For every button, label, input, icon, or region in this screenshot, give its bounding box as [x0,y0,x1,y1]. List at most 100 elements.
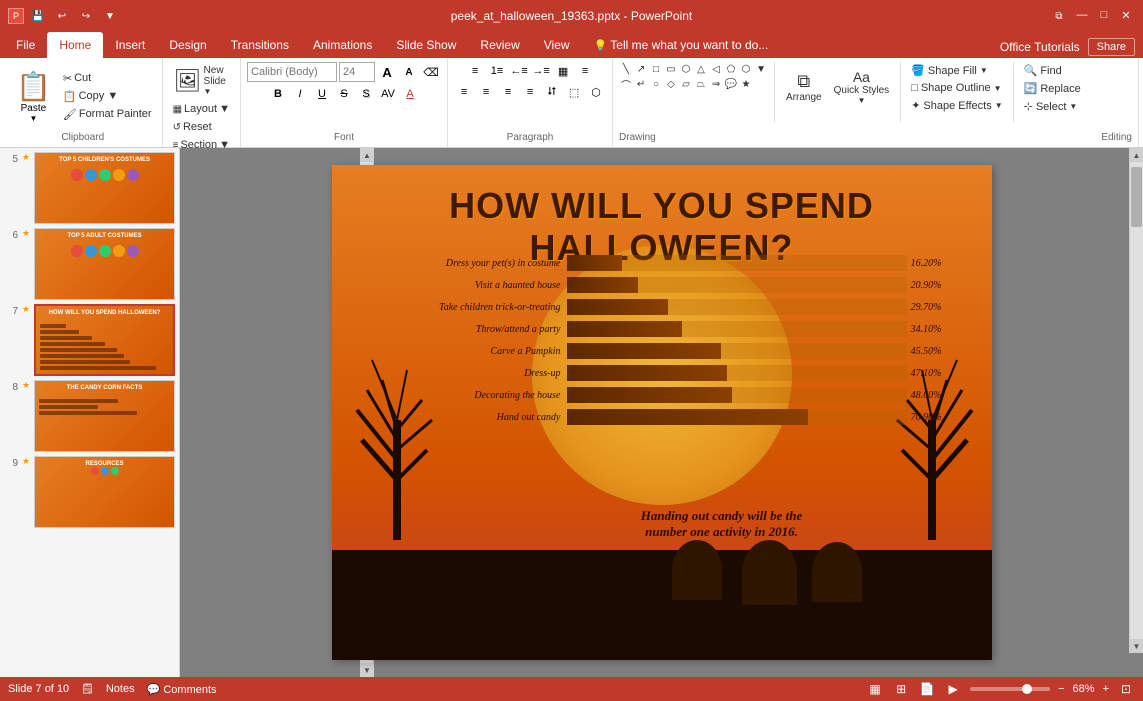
new-slide-button[interactable]: 🖼 NewSlide▼ [169,62,231,99]
increase-font-button[interactable]: A [377,63,397,81]
shape-curve[interactable]: ⌒ [619,77,633,91]
clear-format-button[interactable]: ⌫ [421,63,441,81]
close-button[interactable]: ✕ [1117,6,1135,24]
slide-canvas[interactable]: HOW WILL YOU SPEND HALLOWEEN? Dress your… [332,165,992,660]
italic-button[interactable]: I [290,85,310,103]
shape-more[interactable]: ▼ [754,62,768,76]
tab-tellme[interactable]: 💡 Tell me what you want to do... [582,32,781,58]
layout-button[interactable]: ▦ Layout ▼ [169,101,234,117]
tab-insert[interactable]: Insert [103,32,157,58]
replace-button[interactable]: 🔄 Replace [1020,80,1085,97]
smartart-button[interactable]: ⬡ [586,83,606,101]
font-color-button[interactable]: A [400,85,420,103]
save-button[interactable]: 💾 [28,6,48,26]
numbering-button[interactable]: 1≡ [487,62,507,80]
copy-button[interactable]: 📋 Copy ▼ [59,88,156,105]
normal-view-button[interactable]: ▦ [866,680,884,698]
shape-trapezoid[interactable]: ⏢ [694,77,708,91]
comments-label[interactable]: 💬 Comments [147,683,217,696]
bullets-button[interactable]: ≡ [465,62,485,80]
zoom-out-button[interactable]: − [1058,683,1064,695]
vertical-align-button[interactable]: ⬚ [564,83,584,101]
reset-button[interactable]: ↺ Reset [169,119,216,135]
customize-qat-button[interactable]: ▼ [100,6,120,26]
zoom-slider[interactable] [970,687,1050,691]
maximize-button[interactable]: □ [1095,6,1113,24]
underline-button[interactable]: U [312,85,332,103]
shape-oval[interactable]: ○ [649,77,663,91]
justify-button[interactable]: ≡ [520,83,540,101]
reading-view-button[interactable]: 📄 [918,680,936,698]
select-button[interactable]: ⊹ Select ▼ [1020,98,1085,115]
cut-button[interactable]: ✂ Cut [59,70,156,87]
shape-line[interactable]: ╲ [619,62,633,76]
align-left-button[interactable]: ≡ [454,83,474,101]
tab-design[interactable]: Design [157,32,218,58]
slide-sorter-button[interactable]: ⊞ [892,680,910,698]
slide-thumb-6[interactable]: 6 ★ TOP 5 ADULT COSTUMES [4,228,175,300]
shape-rect[interactable]: □ [649,62,663,76]
shadow-button[interactable]: S [356,85,376,103]
increase-indent-button[interactable]: →≡ [531,62,551,80]
scroll-down-arrow[interactable]: ▼ [360,663,374,677]
shape-parallelogram[interactable]: ▱ [679,77,693,91]
share-button[interactable]: Share [1088,38,1135,56]
slideshow-button[interactable]: ▶ [944,680,962,698]
find-button[interactable]: 🔍 Find [1020,62,1085,79]
zoom-thumb[interactable] [1022,684,1032,694]
shape-fill-button[interactable]: 🪣 Shape Fill ▼ [907,62,1006,79]
tab-view[interactable]: View [532,32,582,58]
slide-thumb-8[interactable]: 8 ★ THE CANDY CORN FACTS [4,380,175,452]
vscroll-thumb[interactable] [1131,167,1142,227]
slide-thumb-9[interactable]: 9 ★ RESOURCES [4,456,175,528]
tab-file[interactable]: File [4,32,47,58]
redo-button[interactable]: ↪ [76,6,96,26]
quick-styles-button[interactable]: Aa Quick Styles ▼ [829,62,895,112]
right-scrollbar[interactable]: ▲ ▼ [1129,148,1143,653]
shape-rounded[interactable]: ▭ [664,62,678,76]
tab-home[interactable]: Home [47,32,103,58]
shape-snip[interactable]: ⬡ [679,62,693,76]
minimize-button[interactable]: — [1073,6,1091,24]
zoom-in-button[interactable]: + [1103,683,1109,695]
tab-animations[interactable]: Animations [301,32,384,58]
strikethrough-button[interactable]: S [334,85,354,103]
shape-rtriangle[interactable]: ◁ [709,62,723,76]
notes-label[interactable]: Notes [106,683,135,695]
columns-button[interactable]: ▦ [553,62,573,80]
scroll-up-arrow[interactable]: ▲ [360,148,374,162]
shape-triangle[interactable]: △ [694,62,708,76]
office-tutorials-link[interactable]: Office Tutorials [1000,40,1080,54]
shape-star[interactable]: ★ [739,77,753,91]
add-remove-cols-button[interactable]: ≡ [575,62,595,80]
char-spacing-button[interactable]: AV [378,85,398,103]
restore-button[interactable]: ⧉ [1049,6,1069,26]
shape-effects-button[interactable]: ✦ Shape Effects ▼ [907,97,1006,114]
font-size-input[interactable] [339,62,375,82]
tab-review[interactable]: Review [468,32,531,58]
shape-pentagon[interactable]: ⬠ [724,62,738,76]
bold-button[interactable]: B [268,85,288,103]
align-right-button[interactable]: ≡ [498,83,518,101]
align-center-button[interactable]: ≡ [476,83,496,101]
vscroll-down-arrow[interactable]: ▼ [1130,639,1143,653]
slide-thumb-7[interactable]: 7 ★ HOW WILL YOU SPEND HALLOWEEN? [4,304,175,376]
tab-slideshow[interactable]: Slide Show [384,32,468,58]
slide-thumb-5[interactable]: 5 ★ TOP 5 CHILDREN'S COSTUMES [4,152,175,224]
paste-button[interactable]: 📋 Paste ▼ [10,68,57,125]
shape-callout[interactable]: 💬 [724,77,738,91]
shape-arrow[interactable]: ↗ [634,62,648,76]
undo-button[interactable]: ↩ [52,6,72,26]
vscroll-up-arrow[interactable]: ▲ [1130,148,1143,162]
decrease-indent-button[interactable]: ←≡ [509,62,529,80]
fit-window-button[interactable]: ⊡ [1117,680,1135,698]
format-painter-button[interactable]: 🖌 Format Painter [59,106,156,123]
shape-diamond[interactable]: ◇ [664,77,678,91]
shape-rarrow[interactable]: ⇒ [709,77,723,91]
shape-hex[interactable]: ⬡ [739,62,753,76]
arrange-button[interactable]: ⧉ Arrange [781,62,827,112]
shape-outline-button[interactable]: □ Shape Outline ▼ [907,80,1006,96]
text-direction-button[interactable]: ⮃ [542,83,562,101]
slide-panel[interactable]: 5 ★ TOP 5 CHILDREN'S COSTUMES 6 ★ TOP 5 … [0,148,180,677]
decrease-font-button[interactable]: A [399,63,419,81]
